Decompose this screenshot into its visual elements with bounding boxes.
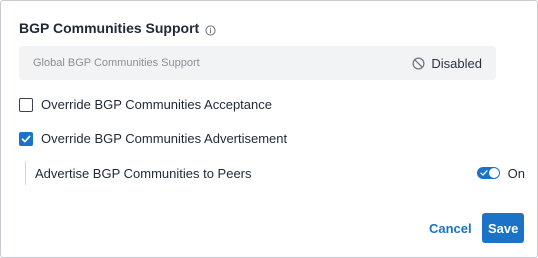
global-bgp-communities-status: Global BGP Communities Support Disabled [19, 46, 496, 80]
override-acceptance-label[interactable]: Override BGP Communities Acceptance [41, 97, 272, 112]
advertise-to-peers-label: Advertise BGP Communities to Peers [35, 165, 252, 181]
override-acceptance-option[interactable]: Override BGP Communities Acceptance [19, 97, 272, 112]
disabled-icon [412, 56, 425, 70]
advertise-to-peers-row: Advertise BGP Communities to Peers On [25, 161, 525, 185]
override-advertisement-option[interactable]: Override BGP Communities Advertisement [19, 131, 287, 146]
override-advertisement-checkbox[interactable] [19, 131, 33, 146]
override-advertisement-label[interactable]: Override BGP Communities Advertisement [41, 131, 287, 146]
checkmark-icon [21, 135, 31, 142]
global-setting-label: Global BGP Communities Support [33, 57, 200, 69]
toggle-state-label: On [507, 165, 525, 181]
toggle-check-icon [480, 170, 488, 176]
toggle-knob [488, 168, 499, 178]
section-title: BGP Communities Support [19, 20, 200, 36]
status-text: Disabled [431, 55, 482, 71]
info-icon[interactable] [205, 23, 216, 36]
advertise-toggle-group[interactable]: On [476, 165, 525, 181]
section-header: BGP Communities Support [19, 20, 216, 36]
save-button[interactable]: Save [482, 213, 524, 243]
override-acceptance-checkbox[interactable] [19, 97, 33, 112]
cancel-button[interactable]: Cancel [421, 215, 480, 241]
advertise-toggle-switch[interactable] [476, 167, 500, 179]
bgp-communities-panel: BGP Communities Support Global BGP Commu… [0, 0, 538, 258]
status-badge: Disabled [412, 56, 482, 71]
